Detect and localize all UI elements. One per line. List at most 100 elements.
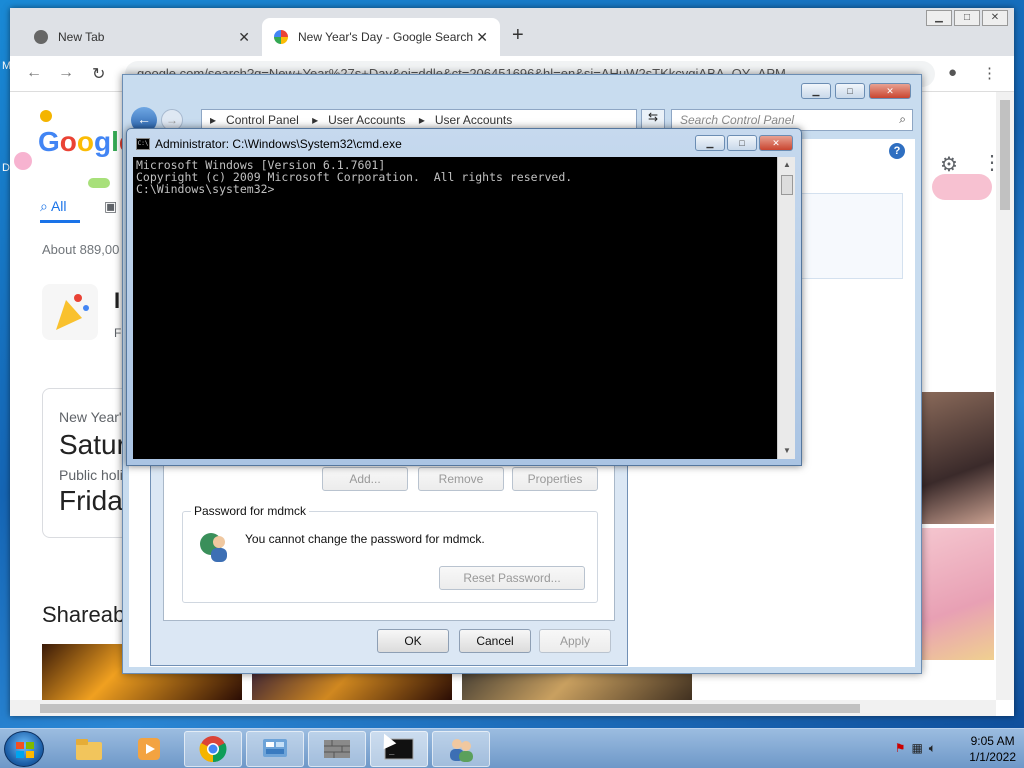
google-doodle[interactable]: Google	[38, 126, 134, 158]
card-date: Satur	[59, 429, 126, 460]
clock[interactable]: 9:05 AM 1/1/2022	[969, 733, 1016, 765]
forward-icon[interactable]: →	[58, 64, 74, 82]
result-stats: About 889,00	[42, 242, 120, 257]
minimize-button[interactable]: ▁	[926, 10, 952, 26]
volume-icon[interactable]: 🔈︎	[929, 741, 936, 756]
svg-text:_: _	[389, 746, 395, 756]
minimize-button[interactable]: ▁	[801, 83, 831, 99]
tab-title: New Tab	[58, 30, 105, 44]
images-icon[interactable]: ▣	[104, 198, 117, 215]
confetti-decoration	[14, 152, 32, 170]
remove-button[interactable]: Remove	[418, 467, 504, 491]
scroll-down-icon[interactable]: ▼	[778, 443, 796, 459]
properties-button[interactable]: Properties	[512, 467, 598, 491]
apply-button[interactable]: Apply	[539, 629, 611, 653]
breadcrumb-item[interactable]: User Accounts	[435, 113, 512, 127]
desktop-icon-label[interactable]: D	[2, 162, 10, 174]
scrollbar-thumb[interactable]	[40, 704, 860, 713]
desktop: M D New Tab ✕ New Year's Day - Google Se…	[0, 0, 1024, 728]
window-controls: ▁ □ ✕	[926, 10, 1008, 26]
cancel-button[interactable]: Cancel	[459, 629, 531, 653]
control-panel-icon	[263, 739, 287, 757]
help-icon[interactable]: ?	[889, 143, 905, 159]
chevron-right-icon: ▸	[418, 113, 425, 127]
minimize-button[interactable]: ▁	[695, 135, 725, 151]
breadcrumb-item[interactable]: Control Panel	[226, 113, 299, 127]
folder-icon	[76, 739, 102, 760]
clock-date: 1/1/2022	[969, 750, 1016, 764]
close-button[interactable]: ✕	[982, 10, 1008, 26]
google-icon	[274, 30, 288, 44]
tab-all[interactable]: ⌕ All	[40, 198, 67, 215]
cmd-window: C:\ Administrator: C:\Windows\System32\c…	[126, 128, 802, 466]
reload-icon[interactable]: ↻	[92, 64, 105, 84]
new-tab-button[interactable]: +	[512, 24, 524, 47]
action-center-icon[interactable]: ⚑	[895, 741, 906, 756]
apps-icon[interactable]: ⋮	[982, 150, 996, 175]
party-popper-icon	[42, 284, 98, 340]
taskbar-user-accounts[interactable]	[432, 731, 490, 767]
ok-button[interactable]: OK	[377, 629, 449, 653]
cmd-icon: C:\	[136, 138, 150, 150]
maximize-button[interactable]: □	[727, 135, 757, 151]
card-kicker: Public holi	[59, 467, 123, 483]
celebration-image[interactable]	[920, 392, 994, 524]
taskbar-explorer[interactable]	[60, 731, 118, 767]
password-group: Password for mdmck You cannot change the…	[182, 504, 598, 603]
scrollbar-thumb[interactable]	[781, 175, 793, 195]
card-date: Frida	[59, 485, 123, 516]
horizontal-scrollbar[interactable]	[10, 700, 996, 716]
window-controls: ▁ □ ✕	[801, 83, 911, 99]
maximize-button[interactable]: □	[835, 83, 865, 99]
tab-google-search[interactable]: New Year's Day - Google Search ✕	[262, 18, 500, 56]
user-icon	[197, 530, 231, 564]
reset-password-button[interactable]: Reset Password...	[439, 566, 585, 590]
console-prompt: C:\Windows\system32>	[136, 182, 275, 196]
scroll-up-icon[interactable]: ▲	[778, 157, 796, 173]
close-icon[interactable]: ✕	[238, 29, 250, 46]
tab-bar: New Tab ✕ New Year's Day - Google Search…	[10, 8, 1014, 56]
group-title: Password for mdmck	[191, 504, 310, 518]
maximize-button[interactable]: □	[954, 10, 980, 26]
control-panel-icon: ▸	[210, 113, 217, 127]
close-button[interactable]: ✕	[759, 135, 793, 151]
taskbar-chrome[interactable]	[184, 731, 242, 767]
tab-new-tab[interactable]: New Tab ✕	[22, 18, 262, 56]
clock-time: 9:05 AM	[970, 734, 1015, 748]
close-icon[interactable]: ✕	[476, 29, 488, 46]
system-tray: ⚑ ▦ 🔈︎	[895, 741, 936, 756]
password-message: You cannot change the password for mdmck…	[245, 532, 485, 546]
close-button[interactable]: ✕	[869, 83, 911, 99]
menu-icon[interactable]: ⋮	[982, 64, 997, 82]
profile-icon[interactable]: ●	[948, 64, 957, 81]
knowledge-title-fragment: I	[114, 288, 121, 313]
tab-title: New Year's Day - Google Search	[298, 30, 474, 44]
network-icon[interactable]: ▦	[911, 741, 922, 756]
taskbar-firewall[interactable]	[308, 731, 366, 767]
chrome-icon	[34, 30, 48, 44]
search-icon[interactable]: ⌕	[899, 112, 906, 127]
add-button[interactable]: Add...	[322, 467, 408, 491]
scrollbar-thumb[interactable]	[1000, 100, 1010, 210]
vertical-scrollbar[interactable]: ▲ ▼	[777, 157, 795, 459]
console-output[interactable]: Microsoft Windows [Version 6.1.7601] Copy…	[133, 157, 777, 459]
back-icon[interactable]: ←	[26, 64, 42, 82]
card-kicker: New Year'	[59, 409, 122, 425]
vertical-scrollbar[interactable]	[996, 92, 1014, 700]
window-controls: ▁ □ ✕	[695, 135, 793, 151]
knowledge-subtitle-fragment: F	[114, 326, 122, 340]
confetti-decoration	[932, 174, 992, 200]
windows-logo-icon	[16, 742, 34, 758]
taskbar: _ ⚑ ▦ 🔈︎ 9:05 AM 1/1/2022	[0, 728, 1024, 768]
confetti-decoration	[40, 110, 52, 122]
balloon-2022-image[interactable]	[920, 528, 994, 660]
start-button[interactable]	[4, 731, 44, 767]
users-icon	[450, 739, 473, 762]
search-placeholder: Search Control Panel	[680, 113, 795, 127]
window-title: Administrator: C:\Windows\System32\cmd.e…	[155, 137, 402, 151]
taskbar-control-panel[interactable]	[246, 731, 304, 767]
breadcrumb-item[interactable]: User Accounts	[328, 113, 405, 127]
firewall-icon	[324, 740, 350, 758]
taskbar-media-player[interactable]	[120, 731, 178, 767]
tab-underline	[40, 220, 80, 223]
